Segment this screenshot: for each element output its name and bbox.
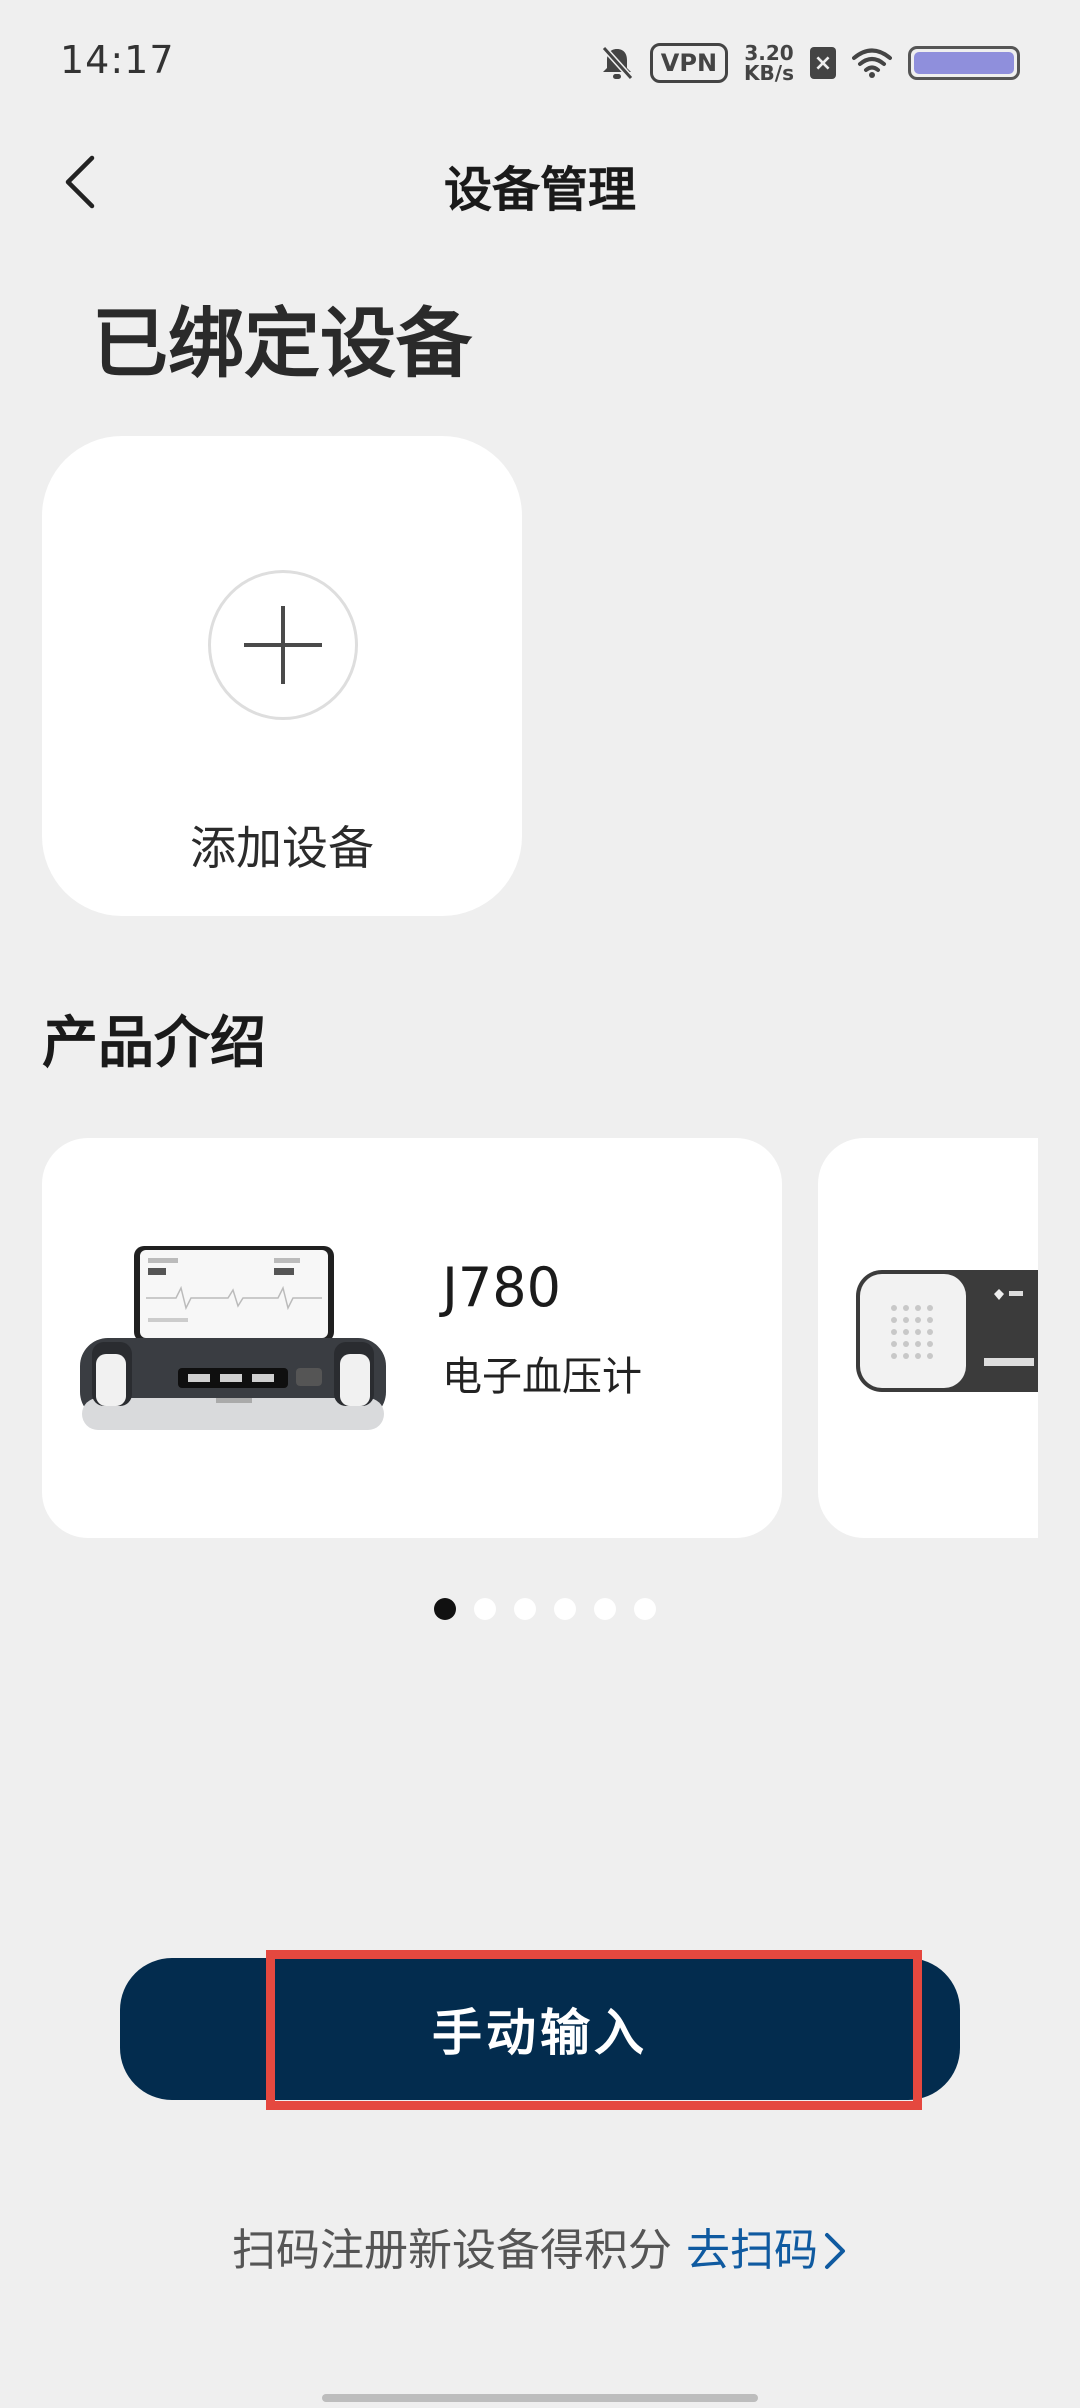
nav-bar: 设备管理 [0,126,1080,246]
add-device-circle[interactable] [208,570,358,720]
plus-icon [244,606,322,684]
product-model: J780 [442,1256,561,1319]
add-device-label: 添加设备 [190,821,374,875]
pagination-dot[interactable] [554,1598,576,1620]
ecg-device-image [856,1270,1038,1392]
bell-off-icon [601,45,634,81]
sim-x-icon: × [810,47,836,79]
pagination-dot[interactable] [634,1598,656,1620]
battery-icon [908,46,1020,80]
scan-hint-text: 扫码注册新设备得积分 [232,2225,672,2276]
wifi-icon [852,48,892,78]
product-carousel[interactable]: J780 电子血压计 [0,1138,1038,1538]
product-card[interactable]: J780 电子血压计 [42,1138,782,1538]
network-speed: 3.20 KB/s [744,43,794,83]
scan-row: 扫码注册新设备得积分 去扫码 [0,2214,1080,2278]
product-card[interactable] [818,1138,1038,1538]
scan-link[interactable]: 去扫码 [686,2225,848,2276]
pagination-dot-active[interactable] [434,1598,456,1620]
battery-fill [914,52,1014,74]
status-time: 14:17 [60,38,175,82]
status-bar: 14:17 VPN 3.20 KB/s × [0,0,1080,126]
bound-devices-title: 已绑定设备 [92,299,472,388]
product-description: 电子血压计 [442,1354,642,1400]
pagination-dot[interactable] [594,1598,616,1620]
device-management-screen: 14:17 VPN 3.20 KB/s × 设备管理 已绑定设备 添加设备 产品… [0,0,1080,2408]
product-intro-title: 产品介绍 [42,1011,266,1076]
network-speed-value: 3.20 [744,41,794,65]
home-indicator[interactable] [322,2394,758,2402]
add-device-card[interactable]: 添加设备 [42,436,522,916]
pagination-dot[interactable] [474,1598,496,1620]
page-title: 设备管理 [443,162,636,218]
network-speed-unit: KB/s [744,61,794,85]
vpn-icon: VPN [649,43,729,83]
scan-link-label: 去扫码 [686,2225,818,2276]
pagination-dot[interactable] [514,1598,536,1620]
chevron-right-icon [825,2233,845,2269]
carousel-pagination [0,1598,1080,1620]
blood-pressure-monitor-image [80,1246,386,1430]
status-icons: VPN 3.20 KB/s × [600,40,1020,86]
manual-input-button[interactable]: 手动输入 [120,1958,960,2100]
